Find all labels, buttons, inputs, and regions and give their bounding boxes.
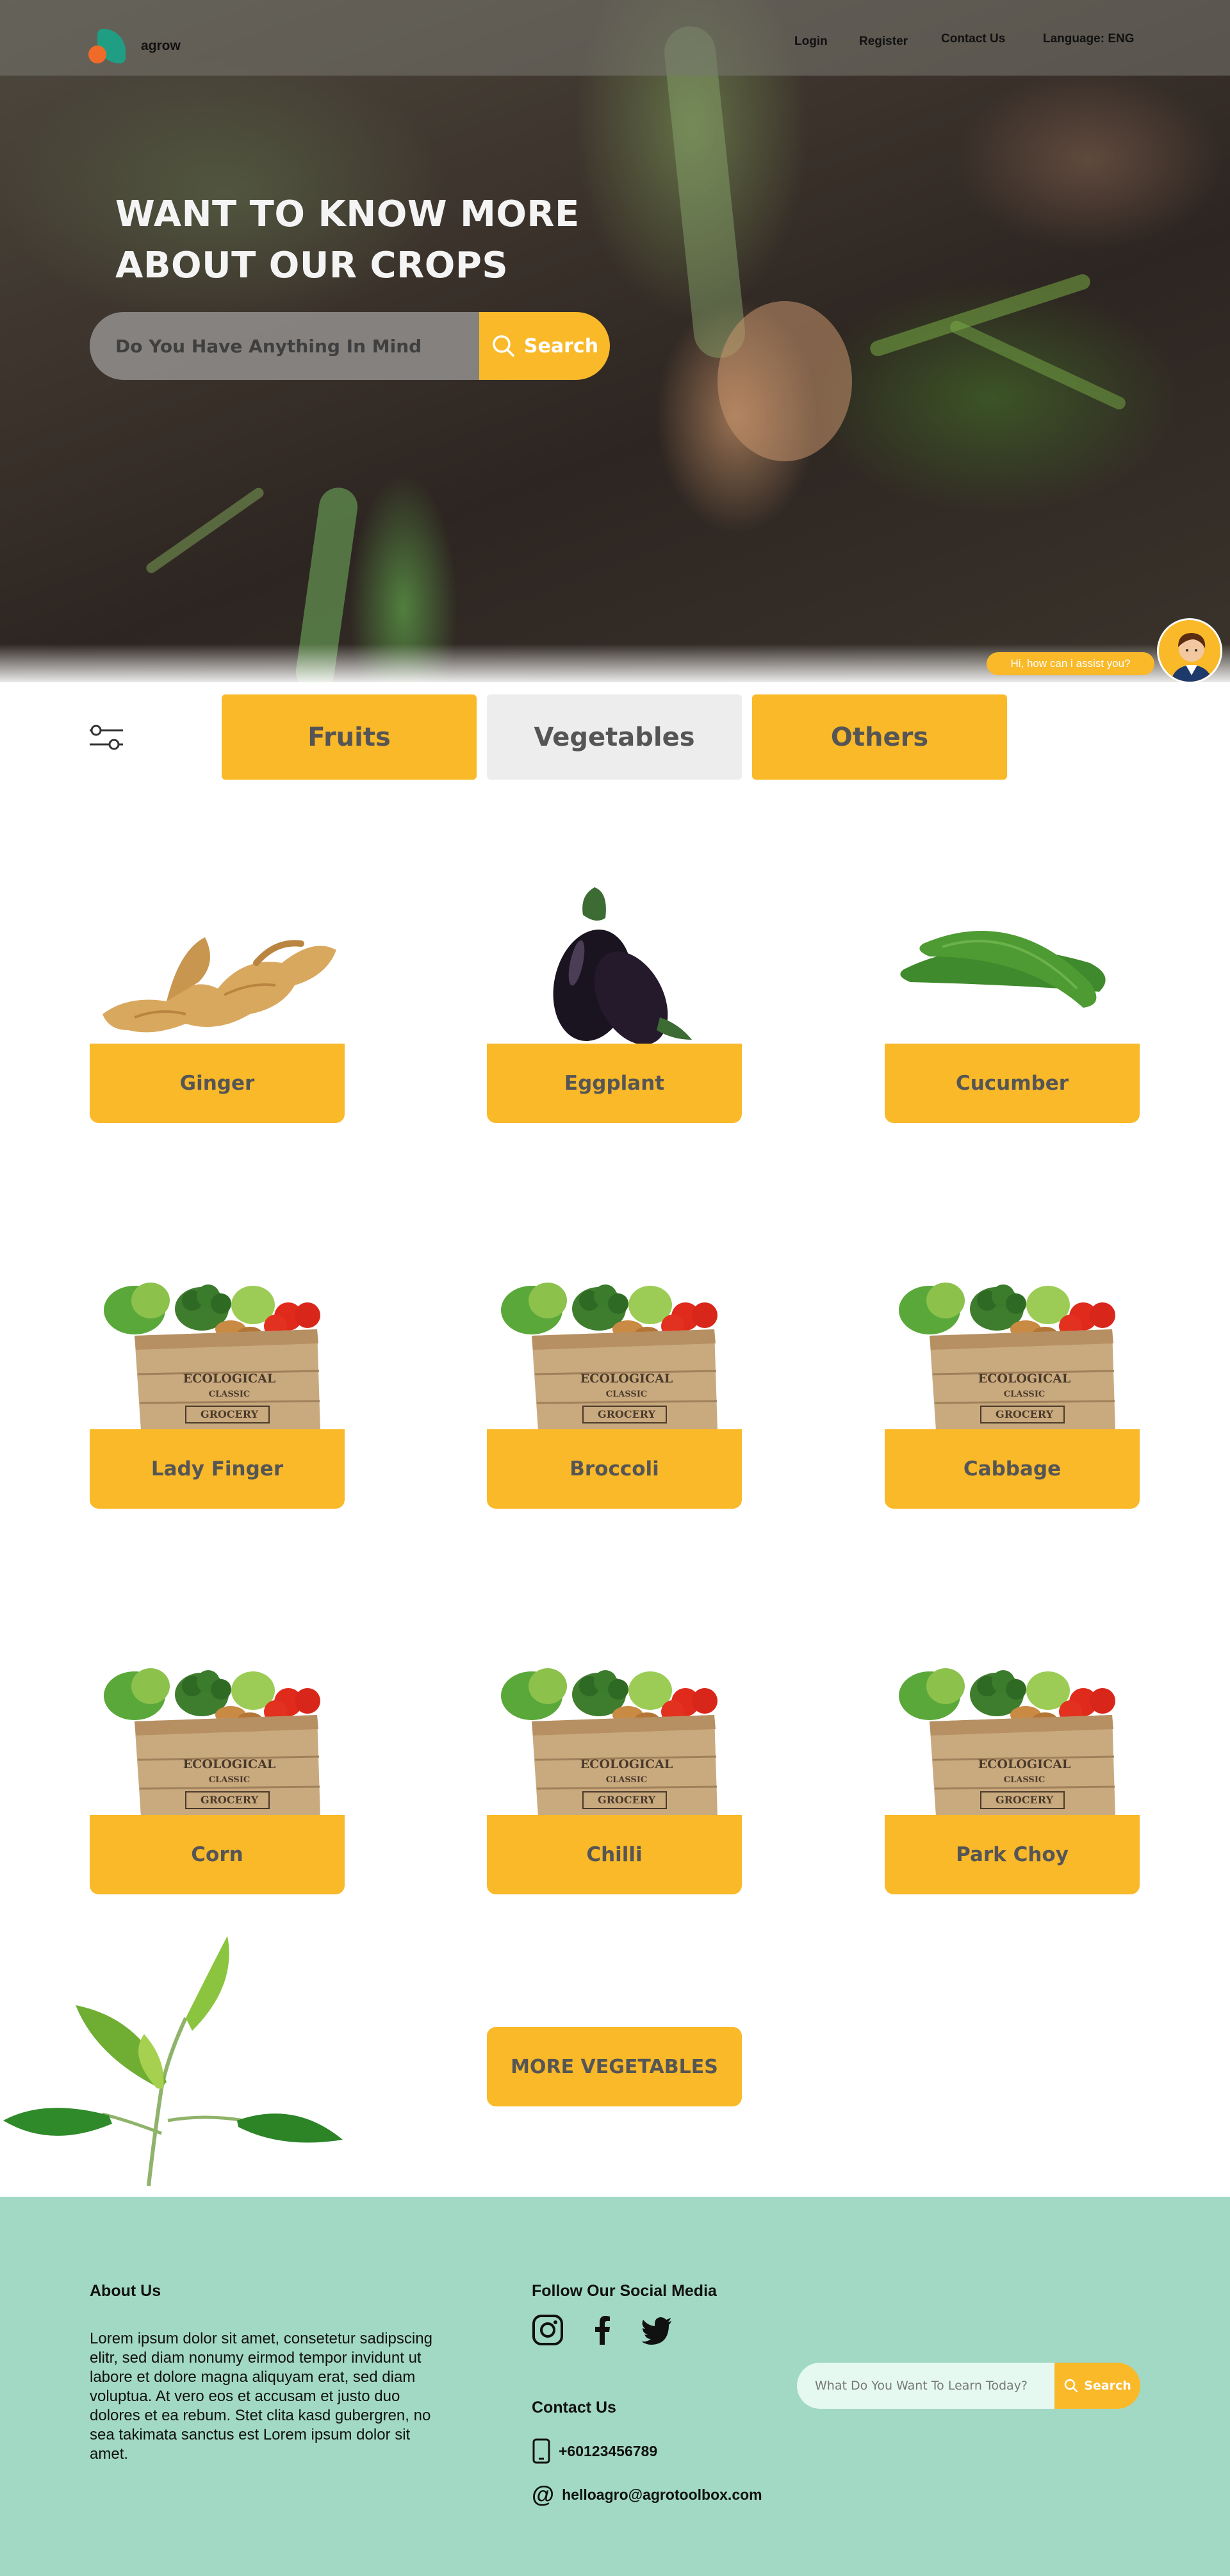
product-name-button[interactable]: Broccoli: [487, 1429, 742, 1509]
contact-phone-number: +60123456789: [559, 2442, 658, 2459]
product-name-button[interactable]: Park Choy: [885, 1815, 1140, 1894]
footer-search-button-label: Search: [1084, 2379, 1131, 2393]
product-card[interactable]: Cucumber: [885, 880, 1140, 1123]
instagram-icon[interactable]: [532, 2314, 564, 2346]
hero-heading: WANT TO KNOW MORE ABOUT OUR CROPS: [115, 189, 692, 291]
contact-email-address: helloagro@agrotoolbox.com: [562, 2486, 762, 2503]
crate-label: ECOLOGICAL: [183, 1757, 275, 1771]
crate-label: ECOLOGICAL: [580, 1372, 673, 1386]
hero-search-button-label: Search: [523, 334, 599, 357]
facebook-icon[interactable]: [587, 2314, 619, 2346]
vegetable-crate-image: ECOLOGICAL CLASSIC GROCERY: [102, 1667, 322, 1816]
product-card[interactable]: ECOLOGICAL CLASSIC GROCERY Lady Finger: [90, 1265, 345, 1509]
ginger-image: [102, 937, 336, 1033]
search-icon: [1064, 2379, 1078, 2393]
contact-phone[interactable]: +60123456789: [532, 2438, 657, 2464]
tab-fruits[interactable]: Fruits: [222, 694, 477, 780]
cucumber-image: [900, 931, 1106, 1008]
crate-label: CLASSIC: [606, 1390, 648, 1399]
hero-search-bar: Search: [90, 312, 610, 380]
tab-vegetables[interactable]: Vegetables: [487, 694, 742, 780]
product-name-button[interactable]: Lady Finger: [90, 1429, 345, 1509]
crate-label: CLASSIC: [209, 1775, 250, 1785]
nav-language-selector[interactable]: Language: ENG: [1043, 32, 1135, 46]
crate-label: ECOLOGICAL: [978, 1372, 1070, 1386]
social-media-heading: Follow Our Social Media: [532, 2282, 717, 2300]
hero-leaf: [947, 318, 1128, 412]
product-name-button[interactable]: Corn: [90, 1815, 345, 1894]
filter-sliders-icon[interactable]: [88, 723, 124, 753]
product-name-button[interactable]: Cabbage: [885, 1429, 1140, 1509]
agrow-logo-icon[interactable]: [88, 29, 126, 66]
product-name-button[interactable]: Eggplant: [487, 1044, 742, 1123]
hero-heading-line: ABOUT OUR CROPS: [115, 245, 509, 286]
crate-label: GROCERY: [201, 1794, 259, 1806]
about-us-heading: About Us: [90, 2282, 161, 2300]
product-name-button[interactable]: Ginger: [90, 1044, 345, 1123]
crate-label: CLASSIC: [1004, 1775, 1046, 1785]
product-name-button[interactable]: Cucumber: [885, 1044, 1140, 1123]
crate-label: ECOLOGICAL: [978, 1757, 1070, 1771]
vegetable-crate-image: ECOLOGICAL CLASSIC GROCERY: [102, 1281, 322, 1431]
hero-search-button[interactable]: Search: [479, 312, 610, 380]
crate-label: GROCERY: [598, 1408, 656, 1420]
logo-dot-shape: [88, 45, 106, 63]
phone-icon: [532, 2438, 550, 2464]
crate-label: GROCERY: [201, 1408, 259, 1420]
crate-label: CLASSIC: [606, 1775, 648, 1785]
crate-label: GROCERY: [598, 1794, 656, 1806]
hero-onion-bulb: [718, 301, 852, 461]
crate-label: GROCERY: [996, 1794, 1054, 1806]
brand-name[interactable]: agrow: [141, 38, 181, 54]
more-vegetables-button[interactable]: MORE VEGETABLES: [487, 2027, 742, 2106]
search-icon: [493, 335, 514, 357]
eggplant-image: [553, 887, 692, 1045]
hero-heading-line: WANT TO KNOW MORE: [115, 193, 580, 235]
tab-others[interactable]: Others: [752, 694, 1007, 780]
product-card[interactable]: ECOLOGICAL CLASSIC GROCERY Chilli: [487, 1651, 742, 1894]
product-card[interactable]: Ginger: [90, 880, 345, 1123]
contact-email[interactable]: @ helloagro@agrotoolbox.com: [532, 2483, 762, 2506]
footer-search-bar: Search: [797, 2363, 1140, 2409]
crate-label: ECOLOGICAL: [580, 1757, 673, 1771]
footer-search-button[interactable]: Search: [1054, 2363, 1140, 2409]
tea-plant-decoration: [3, 1936, 343, 2186]
product-card[interactable]: ECOLOGICAL CLASSIC GROCERY Corn: [90, 1651, 345, 1894]
footer-search-input[interactable]: [797, 2363, 1072, 2409]
nav-login-link[interactable]: Login: [794, 35, 828, 49]
vegetable-crate-image: ECOLOGICAL CLASSIC GROCERY: [898, 1281, 1117, 1431]
at-sign-icon: @: [532, 2481, 555, 2507]
nav-register-link[interactable]: Register: [859, 35, 908, 49]
hero-search-input[interactable]: [90, 312, 512, 380]
product-card[interactable]: ECOLOGICAL CLASSIC GROCERY Broccoli: [487, 1265, 742, 1509]
nav-contact-link[interactable]: Contact Us: [941, 32, 1005, 46]
contact-us-heading: Contact Us: [532, 2399, 616, 2416]
crate-label: ECOLOGICAL: [183, 1372, 275, 1386]
product-card[interactable]: ECOLOGICAL CLASSIC GROCERY Cabbage: [885, 1265, 1140, 1509]
assistant-avatar[interactable]: [1157, 618, 1222, 684]
vegetable-crate-image: ECOLOGICAL CLASSIC GROCERY: [898, 1667, 1117, 1816]
vegetable-crate-image: ECOLOGICAL CLASSIC GROCERY: [500, 1667, 719, 1816]
crate-label: CLASSIC: [1004, 1390, 1046, 1399]
crate-label: CLASSIC: [209, 1390, 250, 1399]
crate-label: GROCERY: [996, 1408, 1054, 1420]
product-card[interactable]: Eggplant: [487, 880, 742, 1123]
about-us-text: Lorem ipsum dolor sit amet, consetetur s…: [90, 2330, 432, 2463]
assistant-chat-bubble[interactable]: Hi, how can i assist you?: [987, 652, 1154, 675]
vegetable-crate-image: ECOLOGICAL CLASSIC GROCERY: [500, 1281, 719, 1431]
product-name-button[interactable]: Chilli: [487, 1815, 742, 1894]
product-card[interactable]: ECOLOGICAL CLASSIC GROCERY Park Choy: [885, 1651, 1140, 1894]
hero-leaf: [144, 486, 266, 575]
twitter-icon[interactable]: [641, 2314, 673, 2346]
